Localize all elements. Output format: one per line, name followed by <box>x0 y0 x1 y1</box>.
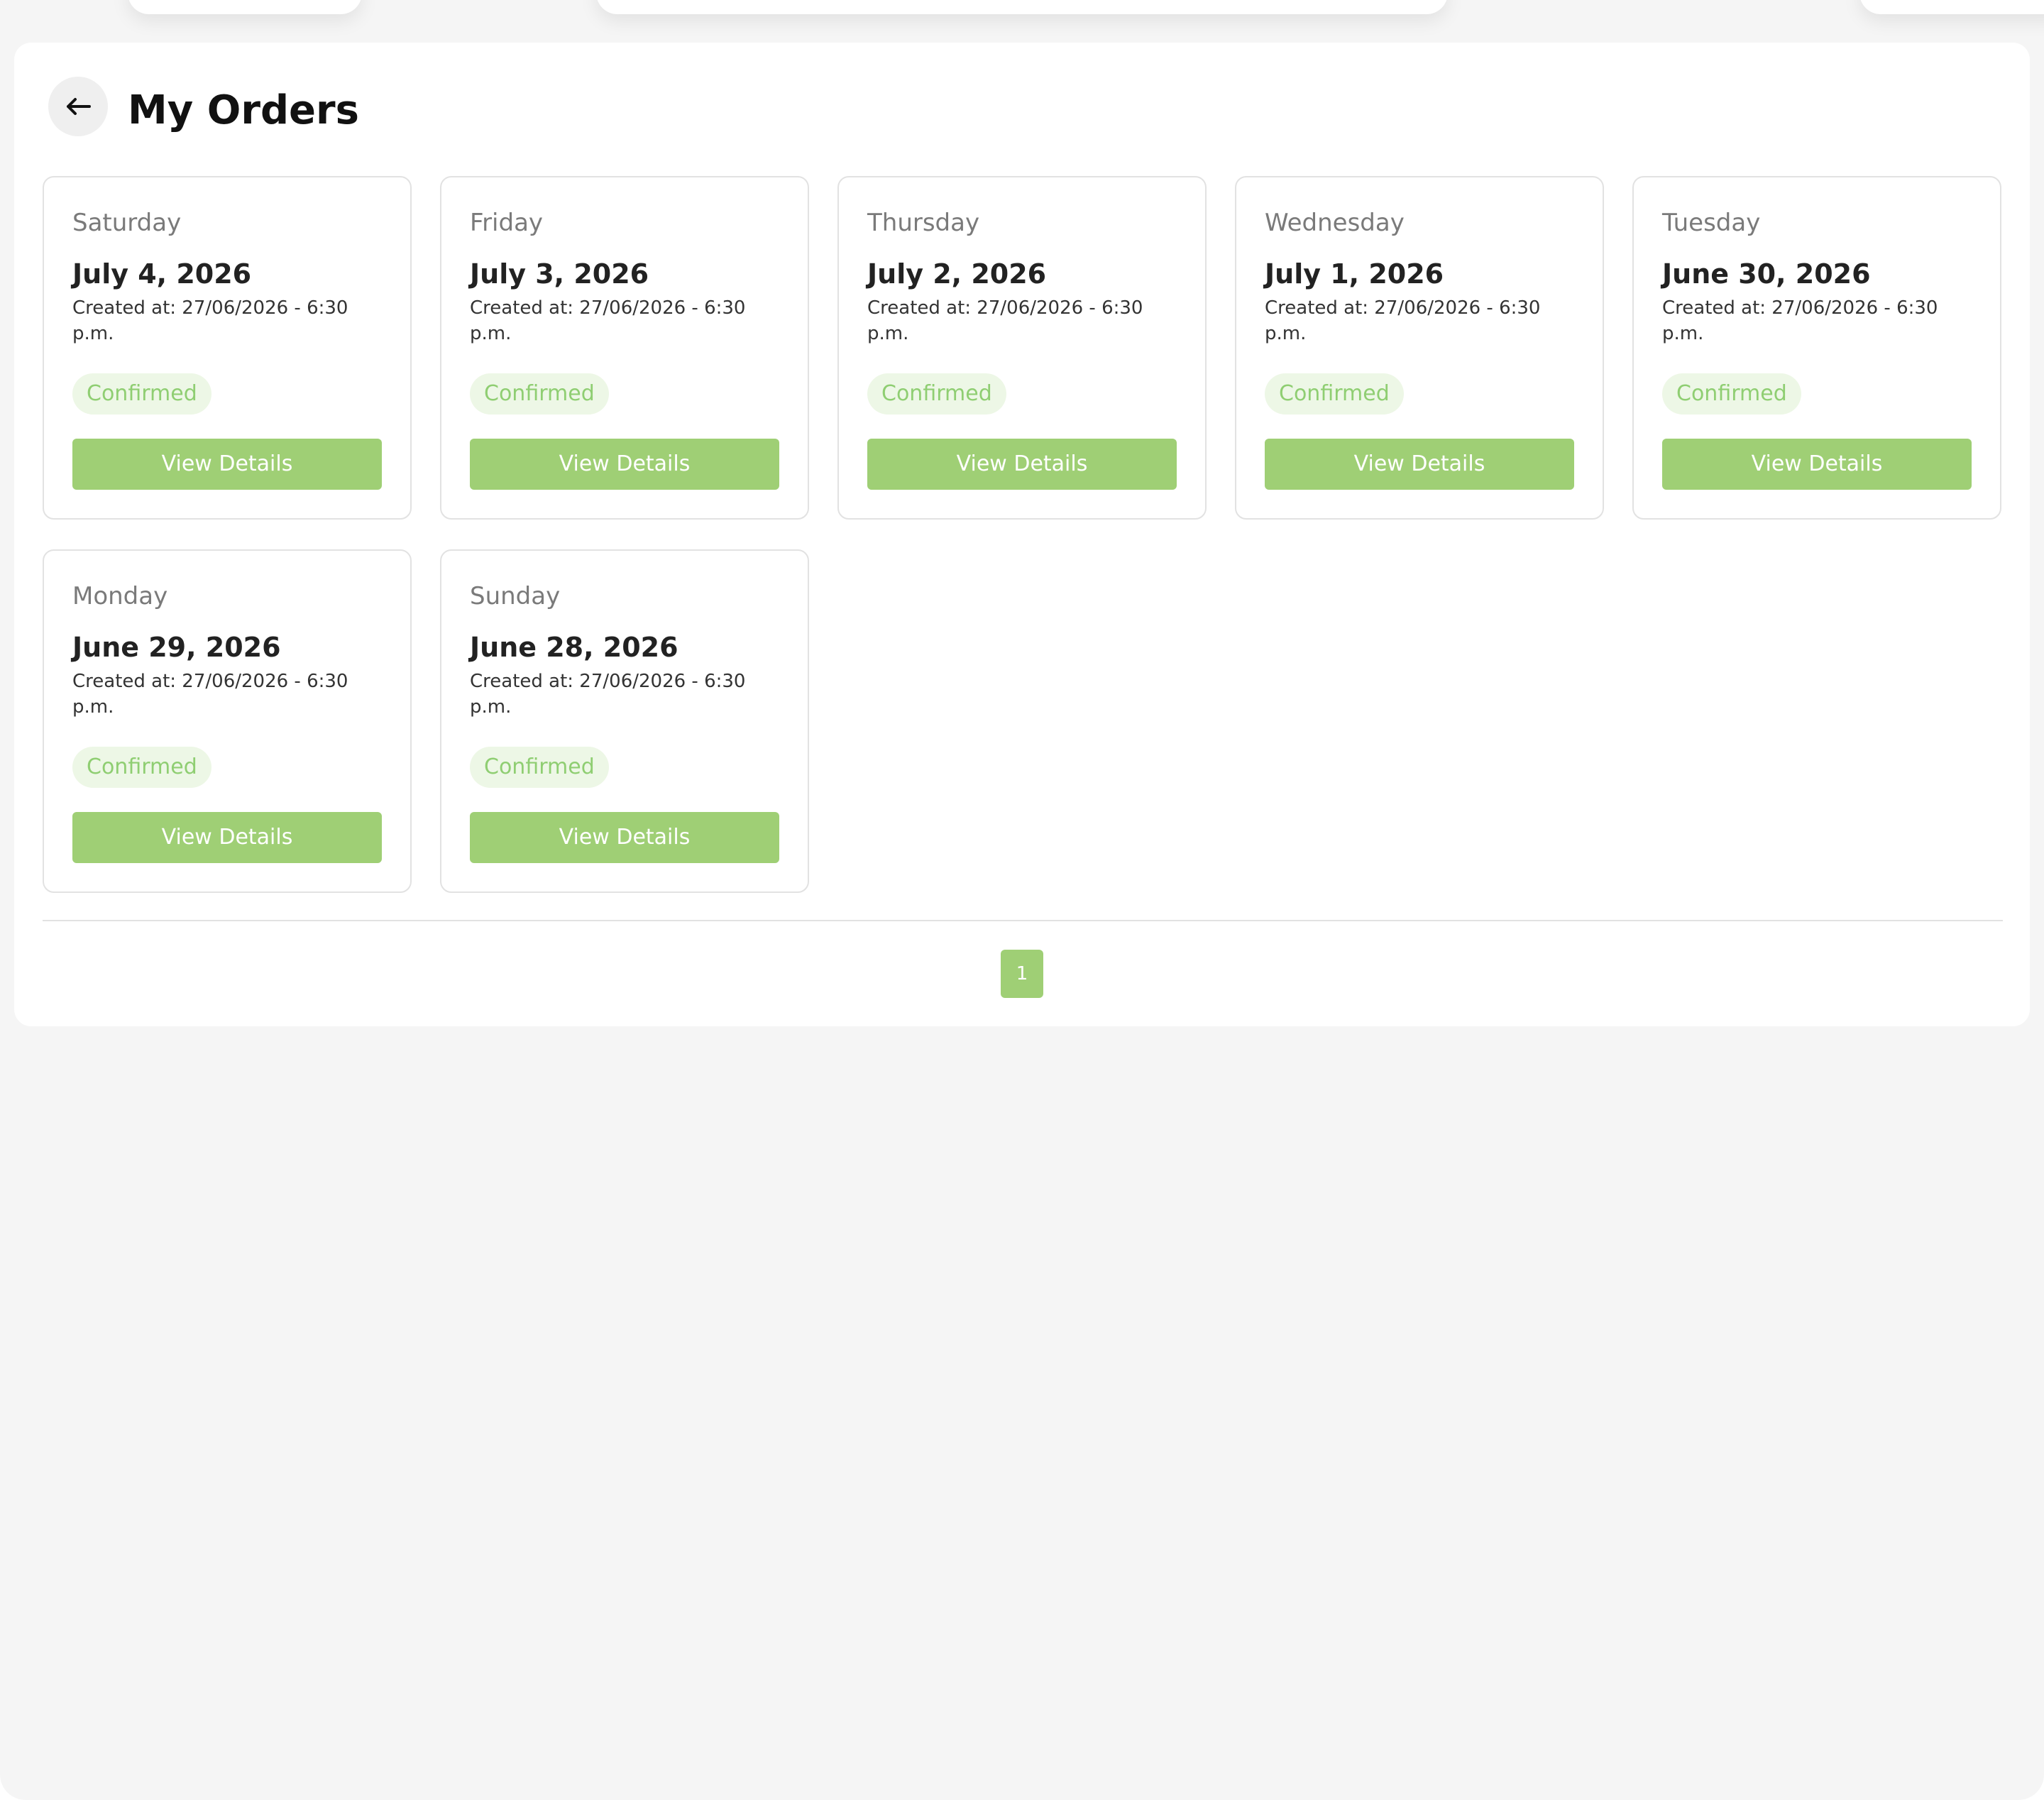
arrow-left-icon <box>67 98 91 115</box>
order-weekday: Wednesday <box>1265 209 1405 237</box>
order-weekday: Sunday <box>470 582 561 610</box>
status-badge: Confirmed <box>470 373 609 415</box>
page-title: My Orders <box>128 87 359 133</box>
order-card: Monday June 29, 2026 Created at: 27/06/2… <box>43 549 412 893</box>
order-weekday: Saturday <box>72 209 182 237</box>
view-details-button[interactable]: View Details <box>1662 439 1972 490</box>
pagination-divider <box>43 920 2003 921</box>
view-details-button[interactable]: View Details <box>72 812 382 863</box>
page-button-1[interactable]: 1 <box>1001 950 1043 998</box>
order-created-at: Created at: 27/06/2026 - 6:30 p.m. <box>1265 297 1541 344</box>
view-details-button[interactable]: View Details <box>470 812 779 863</box>
order-date: June 29, 2026 <box>72 632 281 663</box>
order-weekday: Monday <box>72 582 168 610</box>
order-created-at: Created at: 27/06/2026 - 6:30 p.m. <box>470 297 746 344</box>
order-created-at: Created at: 27/06/2026 - 6:30 p.m. <box>470 671 746 718</box>
order-date: July 4, 2026 <box>72 258 252 290</box>
view-details-button[interactable]: View Details <box>1265 439 1574 490</box>
orders-grid: Saturday July 4, 2026 Created at: 27/06/… <box>43 176 2003 893</box>
order-weekday: Tuesday <box>1662 209 1761 237</box>
back-button[interactable] <box>48 77 108 136</box>
order-date: July 3, 2026 <box>470 258 649 290</box>
status-badge: Confirmed <box>1662 373 1801 415</box>
view-details-button[interactable]: View Details <box>72 439 382 490</box>
app-viewport: My Orders Saturday July 4, 2026 Created … <box>0 0 2044 1800</box>
order-created-at: Created at: 27/06/2026 - 6:30 p.m. <box>72 671 348 718</box>
order-card: Saturday July 4, 2026 Created at: 27/06/… <box>43 176 412 520</box>
order-card: Sunday June 28, 2026 Created at: 27/06/2… <box>440 549 809 893</box>
order-created-at: Created at: 27/06/2026 - 6:30 p.m. <box>1662 297 1938 344</box>
status-badge: Confirmed <box>72 373 211 415</box>
order-card: Tuesday June 30, 2026 Created at: 27/06/… <box>1632 176 2001 520</box>
order-date: June 28, 2026 <box>470 632 678 663</box>
order-card: Friday July 3, 2026 Created at: 27/06/20… <box>440 176 809 520</box>
order-weekday: Thursday <box>867 209 980 237</box>
order-created-at: Created at: 27/06/2026 - 6:30 p.m. <box>867 297 1143 344</box>
view-details-button[interactable]: View Details <box>867 439 1177 490</box>
order-created-at: Created at: 27/06/2026 - 6:30 p.m. <box>72 297 348 344</box>
order-date: July 1, 2026 <box>1265 258 1444 290</box>
status-badge: Confirmed <box>72 747 211 788</box>
top-nav-shadows <box>0 0 2044 28</box>
status-badge: Confirmed <box>1265 373 1404 415</box>
order-date: July 2, 2026 <box>867 258 1047 290</box>
order-card: Thursday July 2, 2026 Created at: 27/06/… <box>837 176 1207 520</box>
status-badge: Confirmed <box>470 747 609 788</box>
status-badge: Confirmed <box>867 373 1006 415</box>
order-card: Wednesday July 1, 2026 Created at: 27/06… <box>1235 176 1604 520</box>
order-date: June 30, 2026 <box>1662 258 1871 290</box>
orders-panel: My Orders Saturday July 4, 2026 Created … <box>14 43 2030 1026</box>
view-details-button[interactable]: View Details <box>470 439 779 490</box>
order-weekday: Friday <box>470 209 544 237</box>
pagination: 1 <box>1001 950 1043 998</box>
